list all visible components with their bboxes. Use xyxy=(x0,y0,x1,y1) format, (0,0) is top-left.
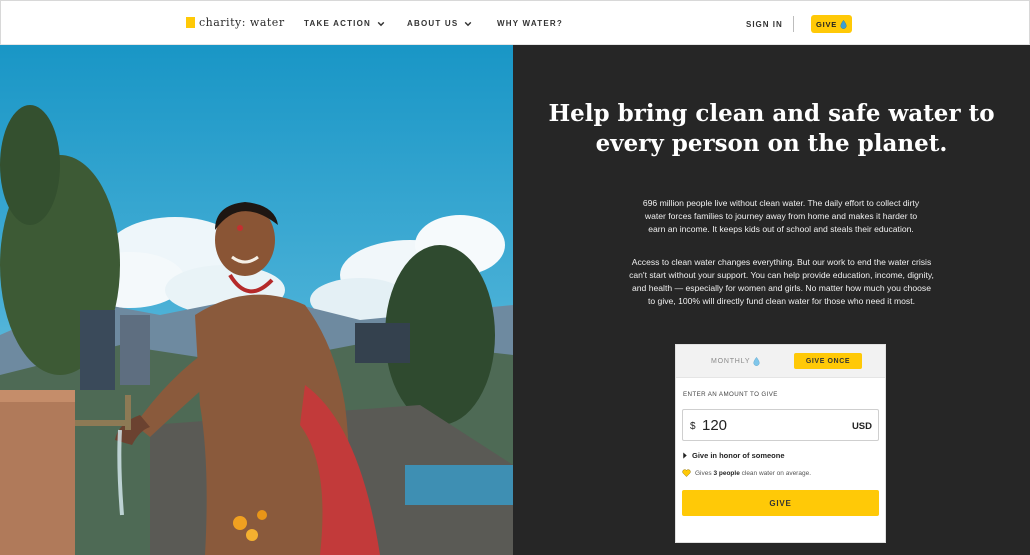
amount-label: ENTER AN AMOUNT TO GIVE xyxy=(683,391,778,398)
impact-prefix: Gives xyxy=(695,469,712,477)
nav-why-water[interactable]: WHY WATER? xyxy=(497,19,563,28)
give-submit-button[interactable]: GIVE xyxy=(682,490,879,516)
donation-frequency-tabs: MONTHLY GIVE ONCE xyxy=(676,345,885,378)
nav-divider xyxy=(793,16,794,32)
sign-in-link[interactable]: SIGN IN xyxy=(746,20,783,29)
nav-take-action[interactable]: TAKE ACTION xyxy=(304,19,385,28)
hero-paragraph-1: 696 million people live without clean wa… xyxy=(642,198,920,234)
nav-take-action-label: TAKE ACTION xyxy=(304,19,371,28)
hero-photo xyxy=(0,45,513,555)
logo[interactable]: charity: water xyxy=(186,16,285,29)
amount-input[interactable]: $ 120 USD xyxy=(682,409,879,441)
heart-icon xyxy=(682,469,691,477)
impact-note: Gives 3 people clean water on average. xyxy=(682,469,811,477)
water-drop-icon xyxy=(840,19,847,29)
give-nav-label: GIVE xyxy=(815,19,838,29)
logo-text: charity: water xyxy=(199,16,285,29)
tab-monthly-label: MONTHLY xyxy=(711,358,751,365)
water-drop-icon xyxy=(753,357,760,366)
nav-why-water-label: WHY WATER? xyxy=(497,19,563,28)
give-in-honor-toggle[interactable]: Give in honor of someone xyxy=(682,451,785,460)
impact-people: 3 people xyxy=(713,469,740,477)
chevron-down-icon xyxy=(465,21,472,26)
tab-give-once[interactable]: GIVE ONCE xyxy=(794,353,862,369)
nav-about-us-label: ABOUT US xyxy=(407,19,459,28)
give-nav-button[interactable]: GIVE xyxy=(811,15,852,33)
impact-suffix: clean water on average. xyxy=(741,469,812,477)
amount-value: 120 xyxy=(702,417,728,434)
hero-headline: Help bring clean and safe water to every… xyxy=(548,100,995,157)
caret-right-icon xyxy=(683,452,687,459)
currency-code: USD xyxy=(851,421,872,432)
hero-panel: Help bring clean and safe water to every… xyxy=(513,45,1030,555)
give-in-honor-label: Give in honor of someone xyxy=(692,451,785,460)
jerry-can-logo-icon xyxy=(186,17,195,28)
donation-card: MONTHLY GIVE ONCE ENTER AN AMOUNT TO GIV… xyxy=(675,344,886,543)
nav-about-us[interactable]: ABOUT US xyxy=(407,19,472,28)
tab-monthly[interactable]: MONTHLY xyxy=(711,357,760,366)
hero-paragraph-2: Access to clean water changes everything… xyxy=(629,257,934,306)
chevron-down-icon xyxy=(377,21,385,26)
woman-at-water-tap-image xyxy=(0,45,513,555)
currency-symbol: $ xyxy=(690,421,696,432)
top-navbar: charity: water TAKE ACTION ABOUT US WHY … xyxy=(0,0,1030,45)
